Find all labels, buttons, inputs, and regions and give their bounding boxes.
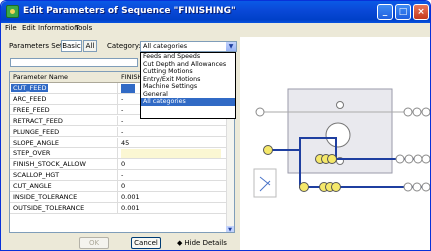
dropdown-option[interactable]: Entry/Exit Motions [141, 76, 235, 84]
parameter-name: FREE_FEED [13, 105, 50, 114]
table-row[interactable]: SLOPE_ANGLE 45 [10, 137, 228, 149]
menu-information[interactable]: Information [38, 24, 79, 32]
parameter-name: CUT_ANGLE [13, 182, 52, 191]
toolpath-diagram [240, 37, 430, 250]
column-divider [117, 115, 118, 127]
category-select-value: All categories [143, 42, 188, 50]
path-node [421, 182, 430, 192]
hide-details-button[interactable]: ◆ Hide Details [177, 239, 227, 247]
path-node [403, 182, 413, 192]
parameter-value[interactable]: 0.001 [121, 204, 140, 212]
parameter-name: SCALLOP_HGT [13, 171, 60, 180]
column-divider [117, 170, 118, 181]
column-header-name[interactable]: Parameter Name [13, 73, 68, 81]
axis-indicator [253, 168, 277, 198]
chevron-down-icon[interactable]: ▼ [226, 42, 236, 51]
maximize-button[interactable]: □ [395, 4, 411, 20]
column-divider [117, 181, 118, 192]
path-node [412, 107, 422, 117]
parameter-value[interactable]: - [121, 95, 123, 103]
parameter-name: INSIDE_TOLERANCE [13, 193, 78, 201]
parameter-value[interactable] [121, 149, 221, 159]
path-node [412, 182, 422, 192]
path-node [413, 154, 423, 164]
table-row[interactable]: CUT_ANGLE 0 [10, 181, 228, 192]
parameter-value[interactable]: 45 [121, 139, 129, 147]
dropdown-option[interactable]: General [141, 91, 235, 99]
dropdown-option[interactable]: Cut Depth and Allowances [141, 61, 235, 69]
dropdown-option[interactable]: Machine Settings [141, 83, 235, 91]
parameter-value[interactable]: - [121, 128, 123, 136]
table-row[interactable]: SCALLOP_HGT - [10, 170, 228, 181]
parameter-name: OUTSIDE_TOLERANCE [13, 203, 85, 212]
menu-file[interactable]: File [5, 24, 17, 32]
parameter-name: ARC_FEED [13, 94, 47, 103]
highlight-node [299, 182, 309, 192]
parameter-name: SLOPE_ANGLE [13, 138, 59, 147]
path-node [421, 154, 430, 164]
dropdown-option-selected[interactable]: All categories [141, 98, 235, 106]
parameter-value[interactable]: - [121, 117, 123, 125]
column-divider [117, 137, 118, 149]
table-row[interactable]: STEP_OVER [10, 148, 228, 160]
title-bar[interactable]: Edit Parameters of Sequence "FINISHING" … [1, 1, 430, 23]
scroll-down-icon[interactable]: ▼ [226, 226, 234, 232]
highlight-node [327, 154, 337, 164]
parameter-value[interactable]: 0.001 [121, 193, 140, 201]
parameter-value[interactable]: - [121, 106, 123, 114]
menu-edit[interactable]: Edit [22, 24, 36, 32]
diagram-pane [240, 37, 430, 250]
double-arrow-icon: ◆ [177, 239, 183, 247]
app-icon [6, 5, 19, 18]
table-row[interactable]: INSIDE_TOLERANCE 0.001 [10, 192, 228, 203]
parameter-value[interactable] [121, 84, 135, 93]
menu-tools[interactable]: Tools [75, 24, 92, 32]
parameter-name: CUT_FEED [11, 84, 49, 92]
column-divider [117, 104, 118, 116]
path-node [421, 107, 430, 117]
parameter-name: STEP_OVER [13, 149, 51, 158]
window-title: Edit Parameters of Sequence "FINISHING" [23, 6, 236, 16]
category-label: Category: [107, 42, 141, 50]
column-divider [117, 202, 118, 214]
minimize-button[interactable]: _ [377, 4, 393, 20]
window: Edit Parameters of Sequence "FINISHING" … [0, 0, 431, 251]
highlight-node [263, 145, 273, 155]
column-divider [117, 83, 118, 94]
category-dropdown: Feeds and Speeds Cut Depth and Allowance… [140, 52, 236, 119]
basic-button[interactable]: Basic [61, 40, 82, 52]
hole-marker [336, 101, 344, 109]
all-button[interactable]: All [83, 40, 97, 52]
cancel-button[interactable]: Cancel [131, 237, 161, 249]
table-row[interactable]: OUTSIDE_TOLERANCE 0.001 [10, 202, 228, 214]
column-divider [117, 93, 118, 105]
path-node [404, 154, 414, 164]
menu-bar: File Edit Information Tools [1, 23, 430, 35]
parameter-name: PLUNGE_FEED [13, 127, 60, 136]
path-node [395, 154, 405, 164]
parameter-value[interactable]: 0 [121, 160, 125, 168]
category-select[interactable]: All categories ▼ [140, 41, 237, 52]
center-circle [325, 122, 351, 148]
parameter-name: RETRACT_FEED [13, 116, 63, 125]
close-button[interactable]: × [413, 4, 429, 20]
hide-details-label: Hide Details [184, 239, 227, 247]
table-row[interactable]: PLUNGE_FEED - [10, 126, 228, 138]
dropdown-option[interactable]: Feeds and Speeds [141, 53, 235, 61]
parameter-name: FINISH_STOCK_ALLOW [13, 160, 86, 169]
column-divider [117, 192, 118, 203]
parameters-set-label: Parameters Set: [9, 42, 66, 50]
path-node [403, 107, 413, 117]
ok-button[interactable]: OK [79, 237, 109, 249]
dropdown-option[interactable]: Cutting Motions [141, 68, 235, 76]
path-node [255, 107, 265, 117]
highlight-node [331, 182, 341, 192]
column-divider [117, 126, 118, 138]
filter-input[interactable] [10, 58, 138, 67]
table-row[interactable]: FINISH_STOCK_ALLOW 0 [10, 159, 228, 170]
column-divider [117, 159, 118, 170]
parameter-value[interactable]: - [121, 171, 123, 179]
column-divider [117, 148, 118, 160]
parameter-value[interactable]: 0 [121, 182, 125, 190]
